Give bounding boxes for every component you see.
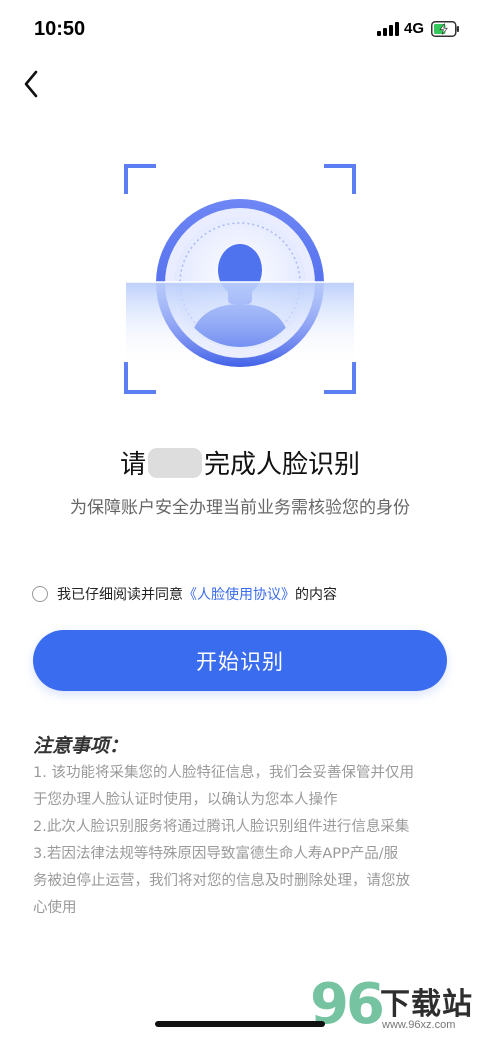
battery-icon (431, 21, 459, 37)
page-subtitle: 为保障账户安全办理当前业务需核验您的身份 (70, 498, 410, 518)
agreement-suffix: 的内容 (295, 587, 337, 603)
home-indicator[interactable] (155, 1021, 325, 1027)
agreement-prefix: 我已仔细阅读并同意 (57, 587, 183, 603)
watermark-text: 下载站 (380, 987, 473, 1022)
masked-name (148, 448, 202, 478)
notice-line: 1. 该功能将采集您的人脸特征信息，我们会妥善保管并仅用 (33, 765, 414, 781)
face-scan-icon (124, 164, 356, 394)
status-bar: 10:50 4G (0, 0, 480, 60)
agreement-link[interactable]: 《人脸使用协议》 (183, 584, 295, 604)
notice-list: 1. 该功能将采集您的人脸特征信息，我们会妥善保管并仅用 于您办理人脸认证时使用… (33, 760, 453, 922)
notice-line: 3.若因法律法规等特殊原因导致富德生命人寿APP产品/服 (33, 846, 399, 862)
notice-line: 2.此次人脸识别服务将通过腾讯人脸识别组件进行信息采集 (33, 819, 410, 835)
watermark-url: www.96xz.com (382, 1019, 456, 1031)
title-prefix: 请 (119, 450, 146, 480)
status-time: 10:50 (34, 18, 86, 40)
watermark-logo: 96 下载站 www.96xz.com (306, 975, 480, 1039)
notice-line: 心使用 (33, 900, 77, 916)
start-recognition-button[interactable]: 开始识别 (33, 630, 447, 691)
notice-line: 于您办理人脸认证时使用，以确认为您本人操作 (33, 792, 338, 808)
face-scan-area (120, 158, 360, 398)
title-suffix: 完成人脸识别 (204, 450, 361, 480)
network-type: 4G (404, 20, 425, 37)
chevron-left-icon (24, 70, 38, 98)
notice-line: 务被迫停止运营，我们将对您的信息及时删除处理，请您放 (33, 873, 410, 889)
agreement-checkbox[interactable] (32, 586, 48, 602)
back-button[interactable] (18, 66, 52, 102)
notice-title: 注意事项： (33, 735, 129, 757)
page-title: 请 完成人脸识别 (0, 444, 480, 481)
signal-icon (377, 22, 401, 36)
agreement-row: 我已仔细阅读并同意 《人脸使用协议》 的内容 (32, 584, 337, 604)
